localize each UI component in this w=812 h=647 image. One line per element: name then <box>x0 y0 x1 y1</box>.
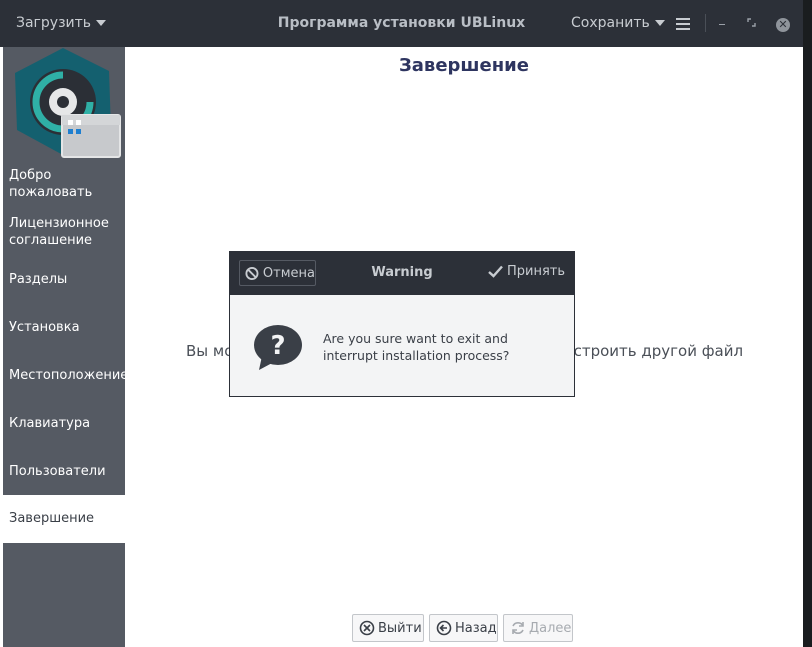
caret-down-icon <box>654 20 665 26</box>
sidebar-item-label: Разделы <box>9 272 68 287</box>
dialog-message-line: interrupt installation process? <box>323 348 510 363</box>
warning-dialog: Отмена Warning Принять ? Are you sure wa… <box>229 251 575 397</box>
sidebar-item-label: Установка <box>9 320 80 335</box>
dialog-accept-button[interactable]: Принять <box>488 264 565 279</box>
page-title: Завершение <box>399 55 529 76</box>
sidebar-item-label: Местоположение <box>9 368 129 383</box>
save-menu[interactable]: Сохранить <box>571 15 665 31</box>
sidebar-item-welcome[interactable]: Добро пожаловать <box>3 167 125 201</box>
dialog-message-line: Are you sure want to exit and <box>323 331 508 346</box>
maximize-button[interactable] <box>747 18 756 27</box>
refresh-icon <box>512 622 524 634</box>
sidebar-item-label: Завершение <box>9 511 95 526</box>
dialog-accept-label: Принять <box>507 264 566 279</box>
next-button-label: Далее <box>529 620 572 636</box>
sidebar-item-license[interactable]: Лицензионное соглашение <box>3 215 125 249</box>
sidebar-item-keyboard[interactable]: Клавиатура <box>3 415 125 432</box>
background-text-left: Вы мо <box>186 342 234 360</box>
sidebar: Добро пожаловать Лицензионное соглашение… <box>3 47 129 647</box>
sidebar-item-label: Клавиатура <box>9 416 91 431</box>
close-button[interactable]: ✕ <box>776 18 790 32</box>
installer-window: Загрузить Программа установки UBLinux Со… <box>0 0 803 647</box>
close-circle-icon <box>359 620 375 636</box>
background-text-right: астроить другой файл <box>564 342 744 360</box>
sidebar-item-label: Пользователи <box>9 464 106 479</box>
minimize-button[interactable] <box>719 24 725 25</box>
hamburger-menu-icon[interactable] <box>676 18 690 30</box>
exit-button[interactable]: Выйти <box>352 614 424 642</box>
exit-button-label: Выйти <box>378 620 422 636</box>
sidebar-item-label: Добро пожаловать <box>9 168 93 200</box>
sidebar-item-partitions[interactable]: Разделы <box>3 271 125 288</box>
question-bubble-icon: ? <box>254 325 302 370</box>
desktop-background <box>803 0 812 647</box>
sidebar-item-label: Лицензионное соглашение <box>9 216 109 248</box>
titlebar: Загрузить Программа установки UBLinux Со… <box>0 0 803 47</box>
dialog-message: Are you sure want to exit and interrupt … <box>323 330 543 364</box>
sidebar-item-location[interactable]: Местоположение <box>3 367 129 384</box>
back-button[interactable]: Назад <box>429 614 498 642</box>
arrow-left-circle-icon <box>436 620 452 636</box>
next-button[interactable]: Далее <box>503 614 573 642</box>
sidebar-item-users[interactable]: Пользователи <box>3 463 125 480</box>
checkmark-icon <box>488 265 503 278</box>
dialog-header: Отмена Warning Принять <box>230 252 574 295</box>
sidebar-item-installation[interactable]: Установка <box>3 319 125 336</box>
save-menu-label: Сохранить <box>571 15 650 31</box>
svg-text:?: ? <box>270 331 285 361</box>
sidebar-item-finish[interactable]: Завершение <box>3 495 125 543</box>
titlebar-separator <box>705 14 706 32</box>
back-button-label: Назад <box>455 620 497 636</box>
ublinux-logo <box>15 48 121 158</box>
